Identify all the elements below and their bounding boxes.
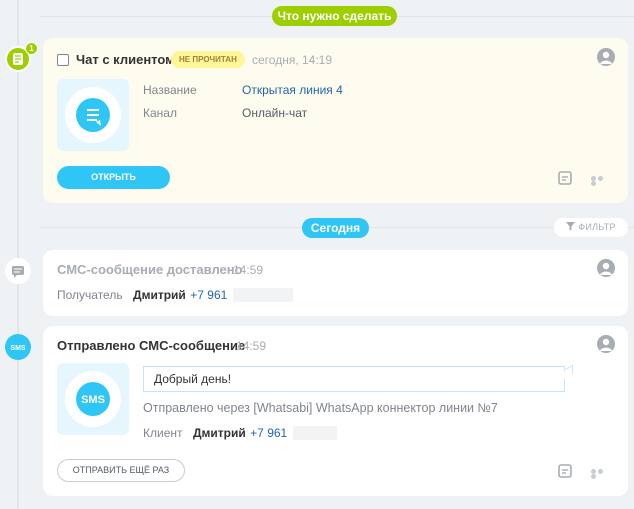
sms-sent-title: Отправлено СМС-сообщение xyxy=(57,338,246,353)
timeline-line xyxy=(17,0,19,509)
recipient-label: Получатель xyxy=(57,288,123,302)
filter-label: ФИЛЬТР xyxy=(578,222,616,232)
sms-icon: SMS xyxy=(76,382,110,416)
filter-icon xyxy=(566,222,576,231)
channel-label: Канал xyxy=(143,106,177,120)
channel-value: Онлайн-чат xyxy=(242,106,308,120)
sms-icon: SMS xyxy=(5,334,31,360)
filter-button[interactable]: ФИЛЬТР xyxy=(554,218,628,237)
task-card: Чат с клиентом НЕ ПРОЧИТАН сегодня, 14:1… xyxy=(43,38,628,203)
message-icon xyxy=(5,258,31,284)
bubble-tail xyxy=(564,364,573,379)
today-header: Сегодня xyxy=(302,218,369,238)
avatar-icon[interactable] xyxy=(597,259,615,277)
more-icon[interactable] xyxy=(591,176,611,186)
recipient-phone[interactable]: +7 961 xyxy=(190,288,227,302)
sms-delivered-time: 14:59 xyxy=(233,263,264,277)
avatar-icon[interactable] xyxy=(597,335,615,353)
redacted-phone xyxy=(293,425,338,440)
openline-image xyxy=(57,79,129,151)
sms-delivered-title: СМС-сообщение доставлено xyxy=(57,262,243,277)
svg-text:SMS: SMS xyxy=(81,394,105,406)
more-icon[interactable] xyxy=(591,469,611,479)
sms-delivered-card: СМС-сообщение доставлено 14:59 Получател… xyxy=(43,250,628,316)
client-phone[interactable]: +7 961 xyxy=(250,426,287,440)
client-row: Клиент Дмитрий +7 961 xyxy=(143,424,338,442)
task-checkbox[interactable] xyxy=(57,54,69,66)
client-label: Клиент xyxy=(143,426,183,440)
redacted-phone xyxy=(233,287,294,302)
task-time: сегодня, 14:19 xyxy=(252,53,333,67)
todo-header: Что нужно сделать xyxy=(272,6,397,26)
resend-button[interactable]: ОТПРАВИТЬ ЕЩЁ РАЗ xyxy=(57,459,185,482)
recipient-row: Получатель Дмитрий +7 961 xyxy=(57,286,294,304)
note-icon[interactable] xyxy=(557,170,573,186)
openline-link[interactable]: Открытая линия 4 xyxy=(242,83,343,97)
sms-sent-time: 14:59 xyxy=(236,339,267,353)
open-button[interactable]: ОТКРЫТЬ xyxy=(57,166,170,189)
recipient-name[interactable]: Дмитрий xyxy=(133,288,186,302)
name-label: Название xyxy=(143,83,197,97)
status-badge: НЕ ПРОЧИТАН xyxy=(171,51,245,68)
sms-sent-card: Отправлено СМС-сообщение 14:59 SMS Добры… xyxy=(43,326,628,496)
counter-badge: 1 xyxy=(25,42,38,55)
note-icon[interactable] xyxy=(557,463,573,479)
sent-via: Отправлено через [Whatsabi] WhatsApp кон… xyxy=(143,401,498,415)
openline-icon xyxy=(76,98,110,132)
svg-text:SMS: SMS xyxy=(10,345,26,352)
task-title: Чат с клиентом xyxy=(76,52,175,67)
message-bubble: Добрый день! xyxy=(143,366,565,392)
sms-image: SMS xyxy=(57,363,129,435)
avatar-icon[interactable] xyxy=(597,48,615,66)
client-name[interactable]: Дмитрий xyxy=(193,426,246,440)
